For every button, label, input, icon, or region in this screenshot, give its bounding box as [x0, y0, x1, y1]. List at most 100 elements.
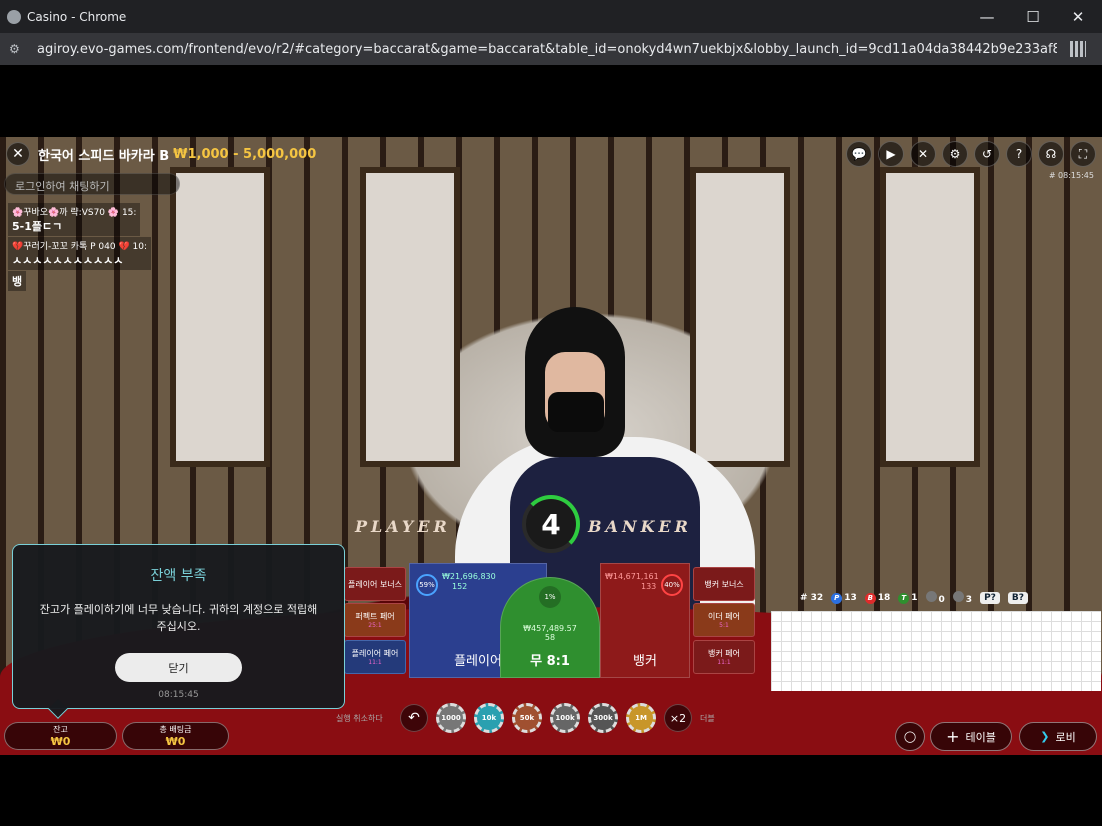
banker-bet-spot[interactable]: 40% ₩14,671,161 133 뱅커: [600, 563, 690, 678]
mute-icon[interactable]: ✕: [910, 141, 936, 167]
lobby-icon: ❯: [1040, 730, 1050, 743]
chip-50k[interactable]: 50k: [512, 703, 542, 733]
maximize-button[interactable]: ☐: [1010, 0, 1056, 33]
chip-10k[interactable]: 10k: [474, 703, 504, 733]
road-stats: # 32 P 13 B 18 T1 0 3 P? B?: [800, 591, 1028, 605]
balance-display[interactable]: 잔고 ₩0: [4, 722, 117, 750]
chat-text: 5-1플ㄷㄱ: [12, 220, 63, 233]
scoreboard-road[interactable]: [771, 611, 1101, 691]
chip-300k[interactable]: 300k: [588, 703, 618, 733]
lobby-button[interactable]: ❯ 로비: [1019, 722, 1097, 751]
support-icon[interactable]: ☊: [1038, 141, 1064, 167]
total-bet-display: 총 배팅금 ₩0: [122, 722, 229, 750]
bet-odds: 5:1: [719, 622, 729, 629]
bet-label: 플레이어 보너스: [347, 579, 403, 589]
undo-label: 실행 취소하다: [336, 714, 383, 723]
minimize-button[interactable]: —: [964, 0, 1010, 33]
either-pair-bet[interactable]: 이더 페어 5:1: [693, 603, 755, 637]
player-wins: P 13: [831, 592, 857, 604]
bet-label: 뱅커 보너스: [704, 579, 744, 589]
table-label: 테이블: [965, 730, 996, 744]
double-label: 더블: [700, 713, 715, 723]
banker-predict-button[interactable]: B?: [1007, 592, 1028, 604]
qr-code-icon[interactable]: [1070, 41, 1086, 57]
decor-screen: [360, 167, 460, 467]
history-icon[interactable]: ↺: [974, 141, 1000, 167]
banker-dot-icon: B: [864, 592, 876, 604]
chat-input[interactable]: 로그인하여 채팅하기: [4, 173, 180, 195]
chip-1000[interactable]: 1000: [436, 703, 466, 733]
url-text[interactable]: agiroy.evo-games.com/frontend/evo/r2/#ca…: [37, 42, 1057, 57]
site-settings-icon[interactable]: ⚙: [9, 42, 27, 56]
tie-count: 58: [544, 632, 556, 642]
chat-icon[interactable]: 💬: [846, 141, 872, 167]
chat-user: 💔꾸러기-꼬꼬 카톡 P 040 💔 10:: [12, 242, 148, 252]
tie-label: 무 8:1: [530, 654, 570, 669]
address-bar[interactable]: ⚙ agiroy.evo-games.com/frontend/evo/r2/#…: [0, 33, 1102, 65]
fullscreen-icon[interactable]: ⛶: [1070, 141, 1096, 167]
decor-screen: [880, 167, 980, 467]
double-button[interactable]: ×2: [664, 704, 692, 732]
bet-label: 퍼펙트 페어: [355, 612, 395, 621]
player-bonus-bet[interactable]: 플레이어 보너스: [344, 567, 406, 601]
banker-pair-wins: 3: [952, 591, 973, 605]
window-title: Casino - Chrome: [27, 9, 127, 24]
video-icon[interactable]: ▶: [878, 141, 904, 167]
chat-message: 💔꾸러기-꼬꼬 카톡 P 040 💔 10: ㅅㅅㅅㅅㅅㅅㅅㅅㅅㅅㅅ: [8, 237, 152, 270]
total-bet-label: 총 배팅금: [159, 725, 192, 734]
table-button[interactable]: + 테이블: [930, 722, 1012, 751]
player-count: 152: [452, 582, 468, 591]
banker-pair-bet[interactable]: 뱅커 페어 11:1: [693, 640, 755, 674]
chat-text: 뱅: [12, 275, 23, 288]
bet-label: 플레이어 페어: [351, 649, 399, 658]
banker-amount: ₩14,671,161: [605, 572, 659, 581]
table-limits[interactable]: ₩1,000 - 5,000,000: [173, 147, 316, 162]
stat-value: 3: [965, 595, 973, 605]
player-pair-bet[interactable]: 플레이어 페어 11:1: [344, 640, 406, 674]
perfect-pair-bet[interactable]: 퍼펙트 페어 25:1: [344, 603, 406, 637]
bet-odds: 11:1: [717, 659, 731, 666]
settings-icon[interactable]: ⚙: [942, 141, 968, 167]
game-clock: # 08:15:45: [1048, 171, 1094, 180]
tie-wins: T1: [898, 592, 918, 604]
countdown-timer: 4: [522, 495, 580, 553]
bet-label: 뱅커 페어: [708, 649, 740, 658]
round-number: # 32: [800, 593, 824, 603]
help-icon[interactable]: ?: [1006, 141, 1032, 167]
table-name: 한국어 스피드 바카라 B: [38, 148, 170, 164]
banker-wins: B 18: [864, 592, 891, 604]
stat-value: 0: [938, 595, 945, 605]
dealer-mask: [548, 392, 604, 432]
chip-100k[interactable]: 100k: [550, 703, 580, 733]
close-game-icon[interactable]: ✕: [6, 142, 30, 166]
banker-label: 뱅커: [633, 654, 657, 669]
dialog-close-button[interactable]: 닫기: [115, 653, 242, 682]
globe-icon: [7, 9, 21, 24]
stat-value: 1: [911, 592, 918, 603]
banker-count: 133: [641, 582, 657, 591]
player-amount: ₩21,696,830: [442, 572, 496, 581]
undo-icon[interactable]: ↶: [400, 704, 428, 732]
timer-arc: [522, 495, 580, 553]
chip-1m[interactable]: 1M: [626, 703, 656, 733]
bet-label: 이더 페어: [708, 612, 740, 621]
stat-value: 18: [877, 592, 891, 603]
insufficient-balance-dialog: 잔액 부족 잔고가 플레이하기에 너무 낮습니다. 귀하의 계정으로 적립해 주…: [12, 544, 345, 719]
balance-value: ₩0: [50, 735, 71, 748]
dialog-title: 잔액 부족: [150, 568, 207, 584]
banker-bonus-bet[interactable]: 뱅커 보너스: [693, 567, 755, 601]
player-label: 플레이어: [454, 654, 502, 669]
game-stage: PLAYER BANKER ✕ 한국어 스피드 바카라 B ₩1,000 - 5…: [0, 137, 1102, 755]
tie-amount: ₩457,489.57: [523, 623, 577, 633]
felt-banker-label: BANKER: [588, 517, 692, 536]
balance-label: 잔고: [53, 725, 68, 734]
browser-titlebar: Casino - Chrome — ☐ ✕: [0, 0, 1102, 33]
decor-screen: [690, 167, 790, 467]
chat-toggle-icon[interactable]: ◯: [895, 722, 925, 751]
player-pct: 59%: [416, 574, 438, 596]
player-predict-button[interactable]: P?: [980, 592, 1000, 604]
close-window-button[interactable]: ✕: [1055, 0, 1101, 33]
chat-message: 뱅: [8, 271, 27, 291]
tie-bet-spot[interactable]: 1% ₩457,489.57 58 무 8:1: [500, 577, 600, 678]
chat-message: 🌸꾸바오🌸까 략:VS70 🌸 15: 5-1플ㄷㄱ: [8, 203, 141, 236]
